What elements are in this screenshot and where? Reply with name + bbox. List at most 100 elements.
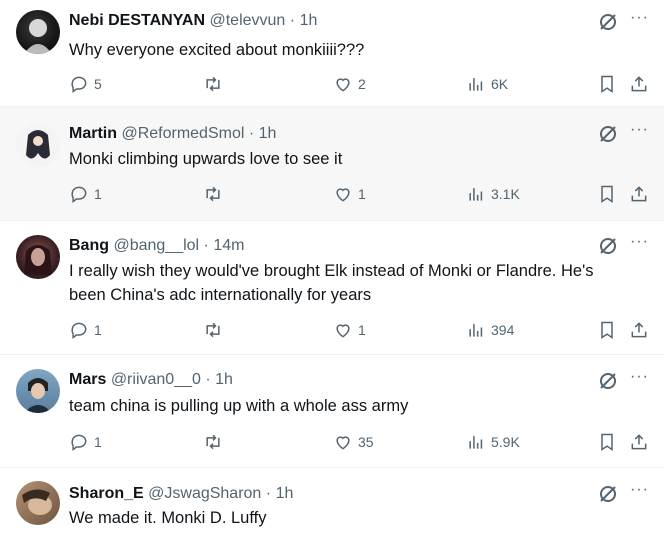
separator-dot: · [289,12,296,29]
share-icon [631,434,647,450]
like-icon [336,188,350,202]
reply-button[interactable]: 5 [69,74,102,94]
retweet-icon [206,186,220,202]
views-icon [469,324,483,337]
reply-count: 1 [94,186,102,202]
tweet[interactable]: Nebi DESTANYAN @televvun · 1h ··· Why ev… [0,0,664,107]
bookmark-icon [601,185,613,203]
tweet-text: We made it. Monki D. Luffy [69,509,267,527]
grok-icon[interactable] [598,236,618,256]
display-name[interactable]: Martin [69,125,117,142]
tweet-header: Sharon_E @JswagSharon · 1h [69,484,293,504]
like-count: 35 [358,434,374,450]
views-button[interactable]: 3.1K [466,184,520,204]
retweet-button[interactable] [203,74,228,94]
views-button[interactable]: 5.9K [466,432,520,452]
bookmark-button[interactable] [597,432,617,452]
reply-button[interactable]: 1 [69,184,102,204]
views-button[interactable]: 6K [466,74,508,94]
reply-feed: Nebi DESTANYAN @televvun · 1h ··· Why ev… [0,0,664,535]
separator-dot: · [205,371,211,388]
views-button[interactable]: 394 [466,320,514,340]
separator-dot: · [248,125,255,142]
timestamp[interactable]: 1h [300,12,318,29]
tweet-header: Mars @riivan0__0 · 1h [69,370,233,390]
user-handle[interactable]: @JswagSharon [148,485,261,502]
share-button[interactable] [629,320,649,340]
bookmark-button[interactable] [597,74,617,94]
reply-button[interactable]: 1 [69,320,102,340]
like-count: 1 [358,186,366,202]
like-button[interactable]: 2 [333,74,366,94]
bookmark-icon [601,75,613,93]
grok-icon[interactable] [598,371,618,391]
user-handle[interactable]: @riivan0__0 [111,371,201,388]
more-icon[interactable]: ··· [630,9,649,27]
display-name[interactable]: Mars [69,371,106,388]
bookmark-button[interactable] [597,320,617,340]
more-icon[interactable]: ··· [630,121,649,139]
display-name[interactable]: Bang [69,237,109,254]
views-count: 5.9K [491,434,520,450]
bookmark-button[interactable] [597,184,617,204]
tweet-text: Why everyone excited about monkiiii??? [69,41,365,59]
retweet-button[interactable] [203,320,228,340]
reply-icon [71,434,87,451]
display-name[interactable]: Nebi DESTANYAN [69,12,205,29]
reply-count: 1 [94,322,102,338]
timestamp[interactable]: 1h [215,371,233,388]
share-icon [631,76,647,92]
tweet-text: I really wish they would've brought Elk … [69,262,594,304]
avatar[interactable] [16,369,60,413]
views-icon [469,188,483,201]
action-bar: 5 2 6K [69,74,659,94]
timestamp[interactable]: 1h [276,485,294,502]
retweet-icon [206,76,220,92]
grok-icon[interactable] [598,124,618,144]
share-icon [631,322,647,338]
user-handle[interactable]: @bang__lol [113,237,199,254]
action-bar: 1 35 5.9K [69,432,659,452]
views-count: 3.1K [491,186,520,202]
user-handle[interactable]: @ReformedSmol [121,125,244,142]
avatar[interactable] [16,123,60,167]
more-icon[interactable]: ··· [630,481,649,499]
views-count: 394 [491,322,515,338]
avatar[interactable] [16,481,60,525]
bookmark-icon [601,321,613,339]
tweet-header: Bang @bang__lol · 14m [69,236,244,256]
bookmark-icon [601,433,613,451]
action-bar: 1 1 394 [69,320,659,340]
share-button[interactable] [629,184,649,204]
display-name[interactable]: Sharon_E [69,485,144,502]
like-button[interactable]: 1 [333,184,366,204]
tweet[interactable]: Sharon_E @JswagSharon · 1h ··· We made i… [0,468,664,535]
tweet[interactable]: Mars @riivan0__0 · 1h ··· team china is … [0,355,664,468]
retweet-button[interactable] [203,184,228,204]
like-count: 2 [358,76,366,92]
like-button[interactable]: 1 [333,320,366,340]
reply-icon [71,322,87,339]
retweet-icon [206,434,220,450]
like-icon [336,436,350,450]
avatar[interactable] [16,10,60,54]
grok-icon[interactable] [598,484,618,504]
grok-icon[interactable] [598,12,618,32]
tweet-text: Monki climbing upwards love to see it [69,150,343,168]
like-button[interactable]: 35 [333,432,374,452]
tweet-header: Martin @ReformedSmol · 1h [69,124,276,144]
timestamp[interactable]: 14m [213,237,244,254]
share-button[interactable] [629,74,649,94]
retweet-button[interactable] [203,432,228,452]
separator-dot: · [265,485,272,502]
user-handle[interactable]: @televvun [209,12,285,29]
more-icon[interactable]: ··· [630,368,649,386]
timestamp[interactable]: 1h [259,125,277,142]
views-icon [469,78,483,91]
tweet[interactable]: Bang @bang__lol · 14m ··· I really wish … [0,221,664,355]
avatar[interactable] [16,235,60,279]
share-button[interactable] [629,432,649,452]
reply-button[interactable]: 1 [69,432,102,452]
tweet[interactable]: Martin @ReformedSmol · 1h ··· Monki clim… [0,107,664,221]
more-icon[interactable]: ··· [630,233,649,251]
